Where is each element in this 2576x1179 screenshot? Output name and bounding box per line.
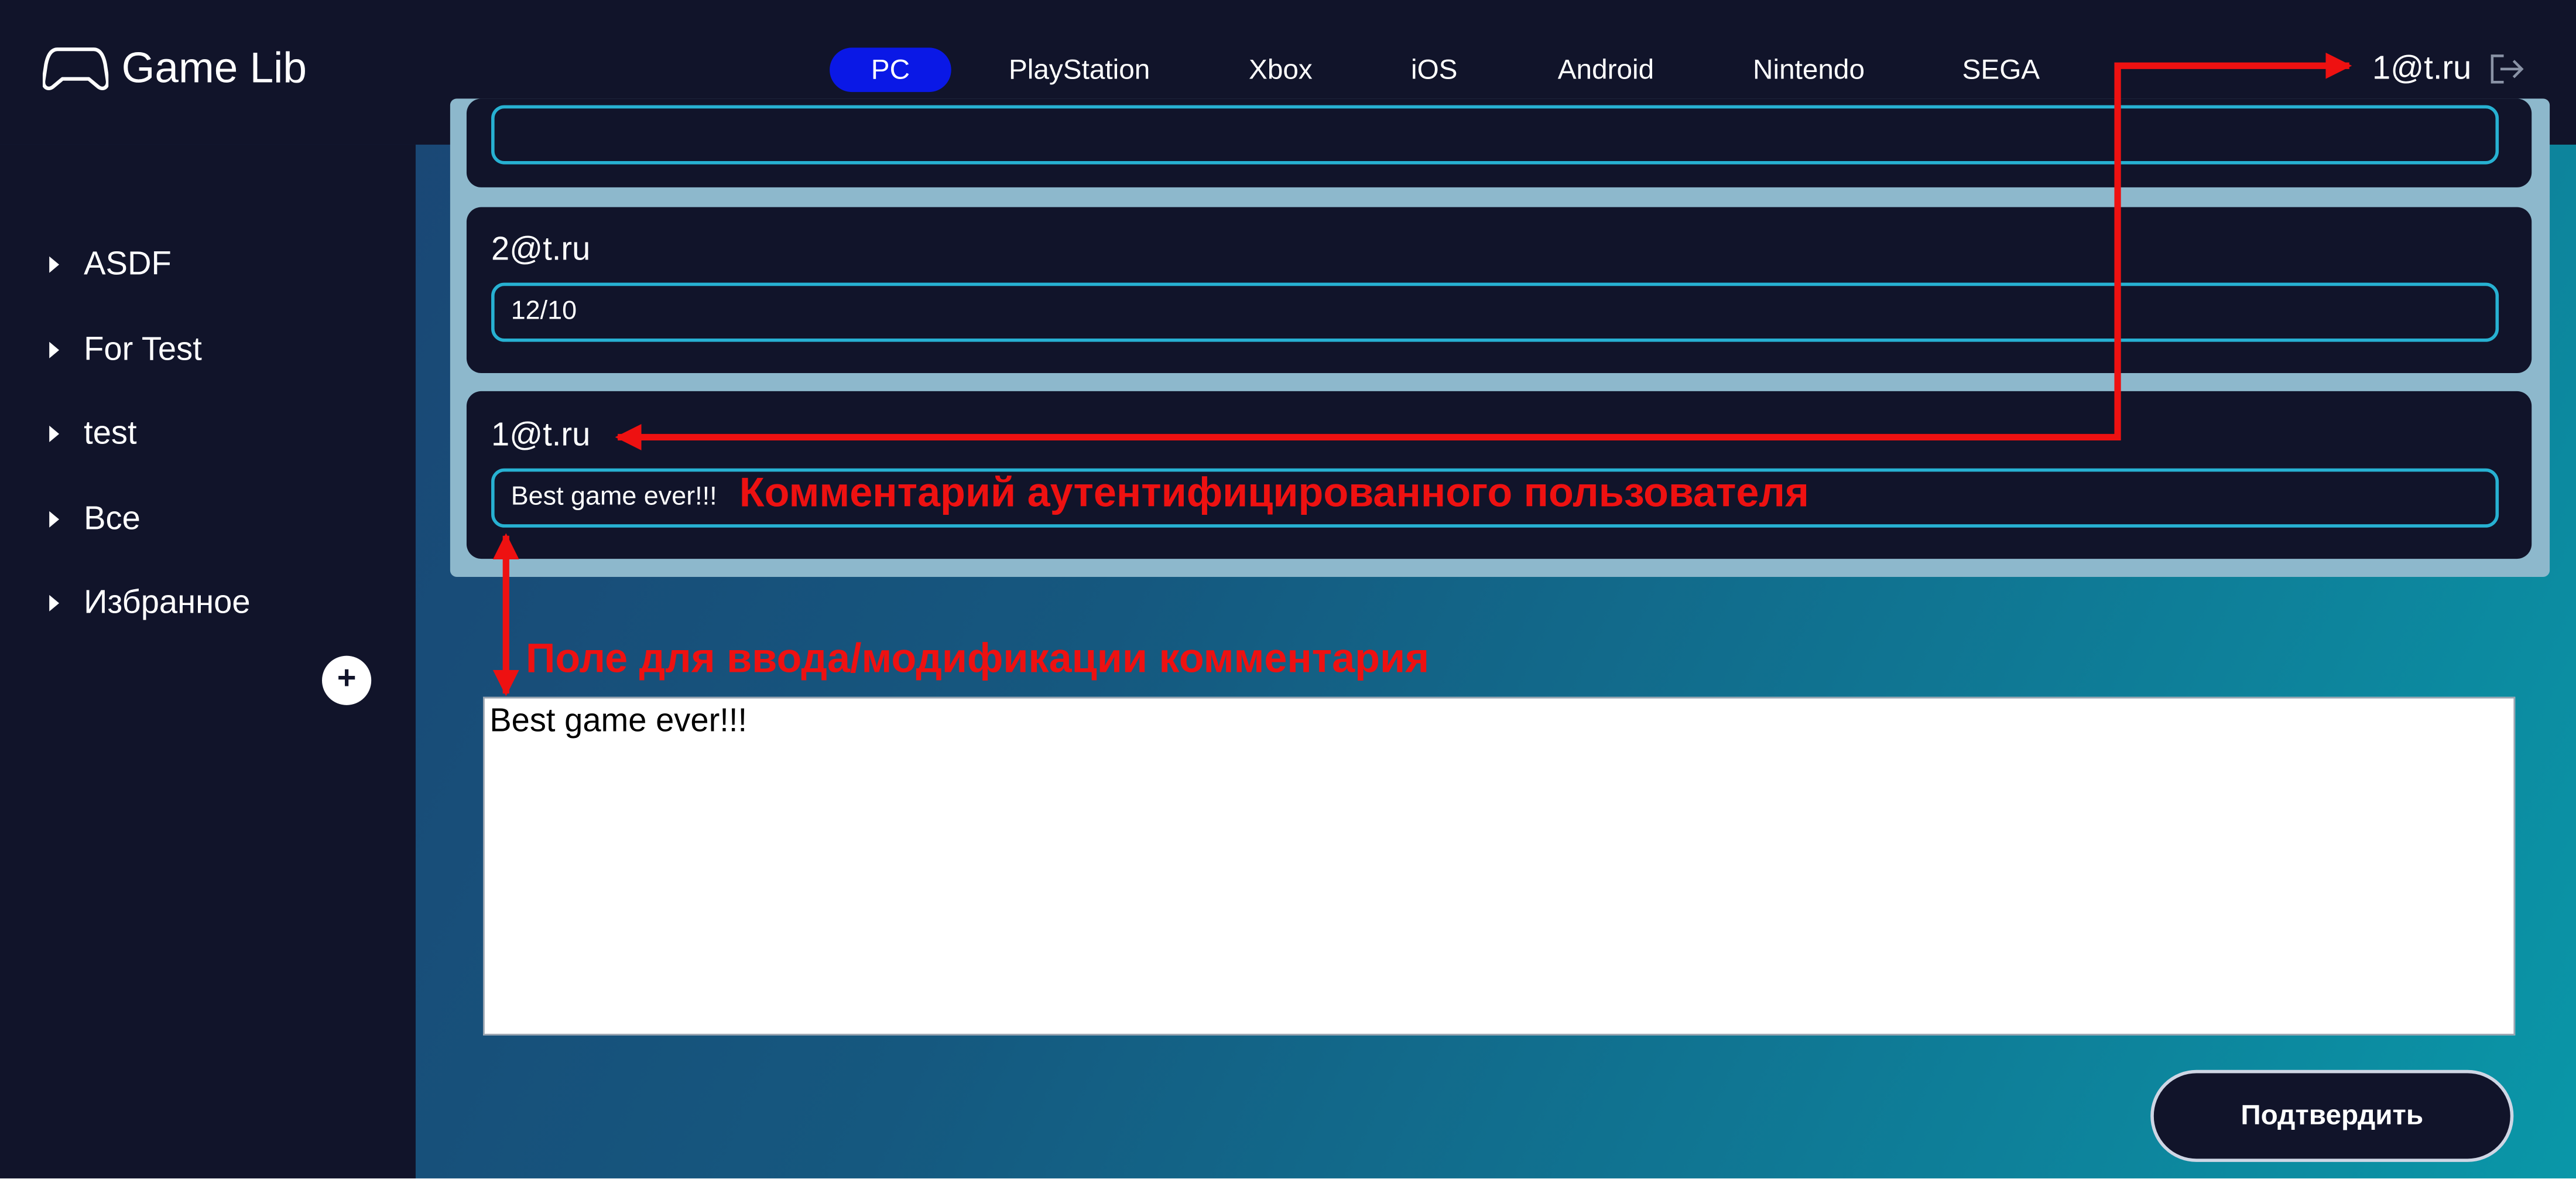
user-email[interactable]: 1@t.ru (2372, 47, 2471, 92)
sidebar-item-favorites[interactable]: Избранное (49, 582, 251, 624)
sidebar-item-all[interactable]: Все (49, 498, 141, 541)
nav-tab-sega[interactable]: SEGA (1948, 47, 2054, 92)
logout-icon[interactable] (2489, 53, 2525, 86)
app-title: Game Lib (121, 42, 307, 93)
sidebar-item-label: test (84, 415, 137, 452)
sidebar-item-asdf[interactable]: ASDF (49, 243, 172, 286)
nav-tab-android[interactable]: Android (1544, 47, 1667, 92)
sidebar-item-label: Все (84, 500, 141, 537)
comment-author: 1@t.ru (491, 417, 591, 454)
nav-tab-playstation[interactable]: PlayStation (996, 47, 1163, 92)
comment-author: 2@t.ru (491, 231, 591, 268)
sidebar-item-label: For Test (84, 331, 202, 368)
comment-text-field: 12/10 (491, 282, 2499, 342)
nav-tab-xbox[interactable]: Xbox (1235, 47, 1325, 92)
caret-right-icon (49, 425, 60, 442)
annotation-own-comment: Комментарий аутентифицированного пользов… (739, 470, 1809, 517)
app-window: Game Lib PC PlayStation Xbox iOS Android… (0, 0, 2576, 1178)
nav-tab-pc[interactable]: PC (830, 47, 951, 93)
sidebar-item-for-test[interactable]: For Test (49, 329, 202, 371)
caret-right-icon (49, 341, 60, 358)
nav-tab-nintendo[interactable]: Nintendo (1738, 47, 1879, 92)
sidebar-item-label: ASDF (84, 245, 172, 282)
annotation-input-field: Поле для ввода/модификации комментария (525, 635, 1430, 682)
comment-card-cut-off (466, 98, 2532, 187)
caret-right-icon (49, 594, 60, 611)
comment-text-field (491, 105, 2499, 165)
sidebar-item-label: Избранное (84, 584, 251, 621)
caret-right-icon (49, 511, 60, 528)
submit-button[interactable]: Подтвердить (2150, 1069, 2514, 1162)
nav-tab-ios[interactable]: iOS (1396, 47, 1472, 92)
sidebar-item-test[interactable]: test (49, 412, 137, 455)
add-collection-button[interactable]: + (321, 655, 372, 705)
comment-input[interactable] (482, 696, 2516, 1036)
sidebar: ASDF For Test test Все Избранное + (0, 144, 416, 1178)
comment-card: 2@t.ru 12/10 (466, 207, 2532, 373)
gamepad-icon (42, 47, 109, 90)
logo[interactable]: Game Lib (42, 39, 307, 95)
caret-right-icon (49, 256, 60, 273)
